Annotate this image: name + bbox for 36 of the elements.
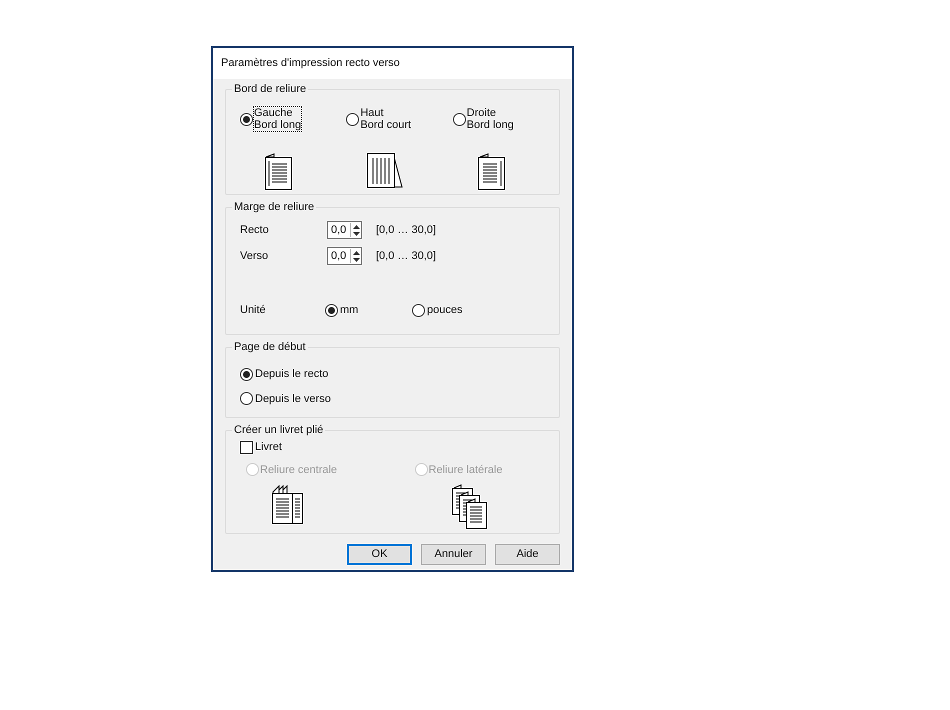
document-icon [264,151,294,191]
radio-button[interactable] [412,304,425,317]
radio-button[interactable] [452,112,466,126]
radio-label[interactable]: Depuis le recto [255,366,328,382]
group-title: Marge de reliure [232,199,316,215]
radio-button[interactable] [240,112,253,126]
group-title: Page de début [232,339,308,355]
radio-label[interactable]: pouces [427,302,462,318]
dialog-button[interactable]: Annuler [421,544,486,565]
spin-field[interactable]: 0,0 [327,247,362,265]
radio-button[interactable] [240,368,253,381]
radio-label[interactable]: Gauche Bord long [254,107,302,131]
radio-button[interactable] [346,112,360,126]
booklet-icon [270,484,306,526]
radio-label[interactable]: Haut Bord court [360,107,412,131]
radio-label[interactable]: mm [340,302,358,318]
field-label: Recto [240,222,270,238]
document-icon [476,151,507,191]
group-title: Créer un livret plié [232,422,326,438]
checkbox[interactable] [240,440,253,454]
range-label: [0,0 … 30,0] [376,222,436,238]
radio-label[interactable]: Droite Bord long [466,107,514,131]
radio-label[interactable]: Depuis le verso [255,390,331,407]
document-icon [366,151,404,191]
checkbox-label[interactable]: Livret [255,439,282,456]
spin-field[interactable]: 0,0 [327,221,362,239]
dialog-button[interactable]: Aide [495,544,560,565]
radio-button[interactable] [240,392,253,406]
field-label: Verso [240,248,270,264]
spin-arrows-icon[interactable] [350,249,361,263]
window-title: Paramètres d'impression recto verso [221,56,400,72]
radio-button[interactable] [325,304,338,317]
field-label: Unité [240,303,267,318]
spin-arrows-icon[interactable] [350,223,361,237]
range-label: [0,0 … 30,0] [376,248,436,264]
dialog-button[interactable]: OK [347,544,412,565]
